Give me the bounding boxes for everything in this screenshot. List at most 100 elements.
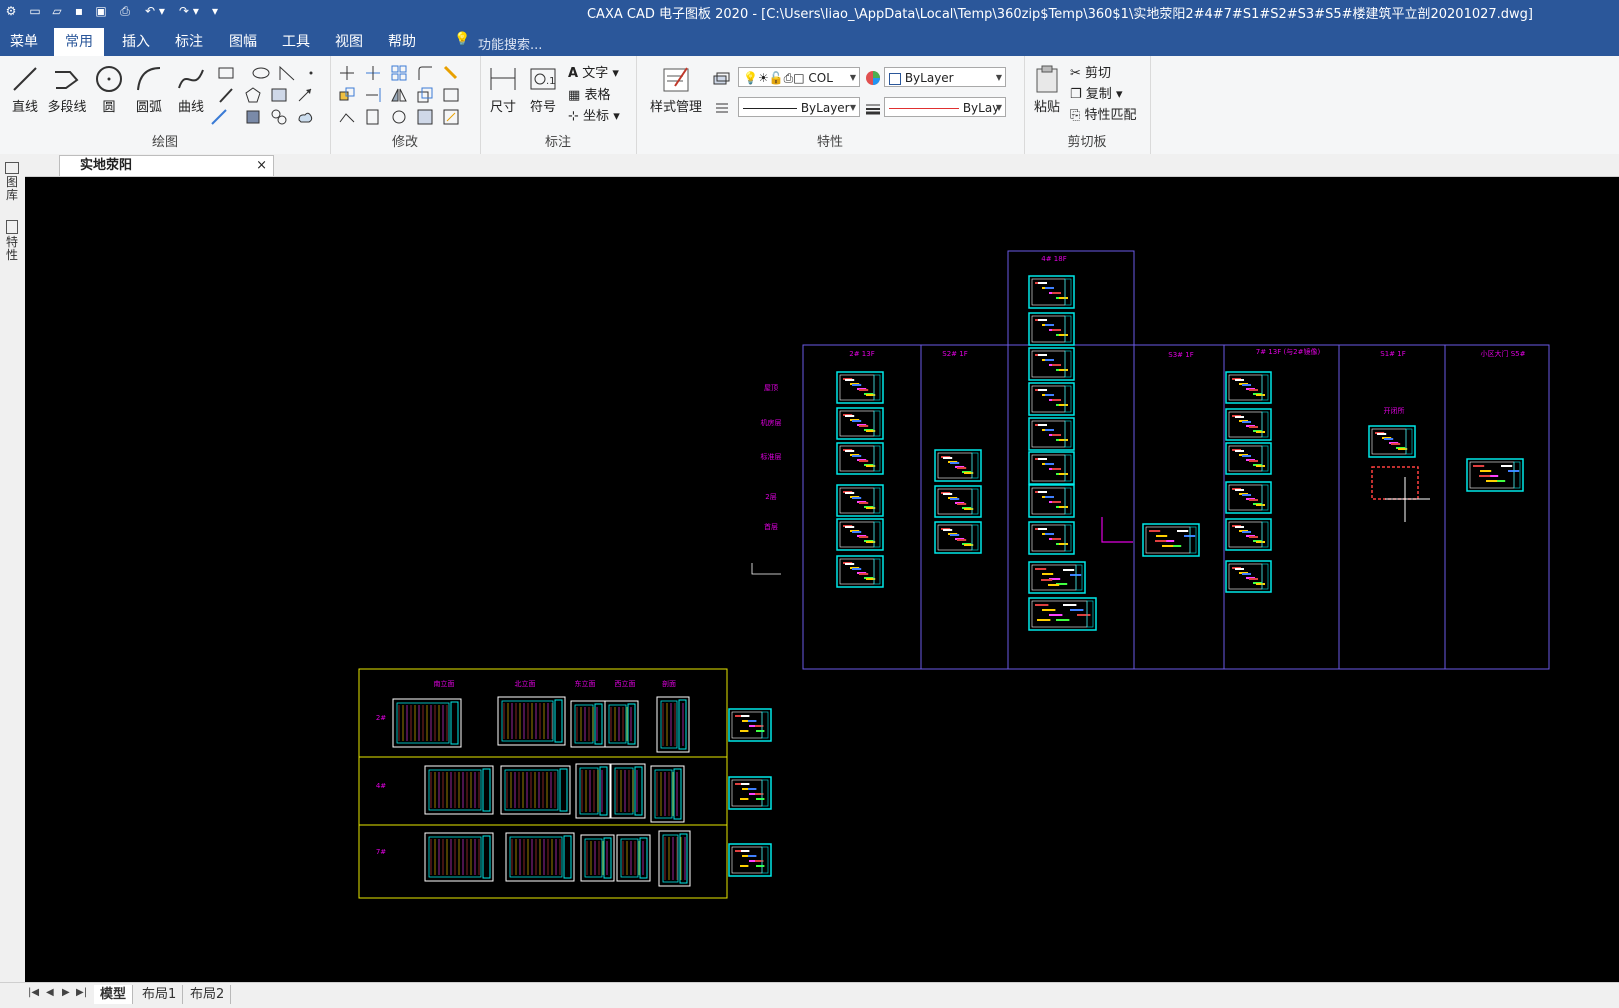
document-tab[interactable]: 实地荥阳2#4#7#S1...027.dwg × [59, 155, 274, 193]
style-manager-button[interactable]: 样式管理 [646, 64, 706, 115]
detail-sheet-7-detail [748, 855, 757, 857]
close-icon[interactable]: × [256, 156, 267, 176]
substation-label: 开闭所 [1384, 406, 1405, 415]
first-icon[interactable]: |◀ [28, 987, 39, 998]
edit-icon[interactable] [442, 108, 460, 126]
color-wheel-icon[interactable] [864, 69, 882, 87]
copy-label: 复制 [1085, 87, 1112, 102]
sheet-2-plan [836, 555, 884, 588]
layout-tab-model[interactable]: 模型 [94, 985, 134, 1004]
rectangle-icon[interactable] [217, 64, 235, 82]
new-file-icon[interactable]: ▭ [26, 2, 44, 20]
hatch-icon[interactable] [270, 86, 288, 104]
cloud-icon[interactable] [296, 108, 314, 126]
save-icon[interactable]: ▪ [70, 2, 88, 20]
drawing-canvas[interactable]: 2# 13F S2# 1F 4# 18F S3# 1F 7# 13F (与2#镜像) S1… [25, 177, 1619, 982]
layout-tab-1[interactable]: 布局1 [136, 985, 184, 1004]
ellipse-icon[interactable] [252, 64, 270, 82]
fillet-icon[interactable] [416, 64, 434, 82]
move-icon[interactable] [338, 64, 356, 82]
linetype-scale-icon[interactable] [714, 98, 732, 116]
mirror-icon[interactable] [390, 86, 408, 104]
match-properties-icon: ⎘ [1070, 108, 1081, 123]
match-properties-button[interactable]: ⎘ 特性匹配 [1070, 104, 1137, 123]
polygon-icon[interactable] [244, 86, 262, 104]
origin-marker [751, 563, 781, 575]
pen-icon[interactable] [217, 86, 235, 104]
tab-sheet[interactable]: 图幅 [219, 28, 267, 56]
dimension-button[interactable]: 尺寸 [486, 64, 520, 115]
sheet-2-plan [836, 371, 884, 404]
color-select[interactable]: ByLayer ▼ [884, 67, 1006, 87]
extend-icon[interactable] [364, 86, 382, 104]
table-button[interactable]: ▦ 表格 [568, 84, 610, 103]
explode-icon[interactable] [416, 108, 434, 126]
scale-icon[interactable] [416, 86, 434, 104]
linetype-select[interactable]: ByLayer ▼ [738, 97, 860, 117]
curve-button[interactable]: 曲线 [174, 64, 208, 115]
copy-button[interactable]: ❐ 复制 ▾ [1070, 83, 1122, 102]
line-button[interactable]: 直线 [8, 64, 42, 115]
tab-insert[interactable]: 插入 [112, 28, 160, 56]
angle-icon[interactable] [278, 64, 296, 82]
layer-select[interactable]: 💡☀🔓⎙□ COL ▼ [738, 67, 860, 87]
arrow-icon[interactable] [296, 86, 314, 104]
circle-button[interactable]: 圆 [92, 64, 126, 115]
sheet-4-plan-detail [1038, 282, 1047, 284]
lineweight-icon[interactable] [864, 99, 882, 117]
break-icon[interactable] [364, 108, 382, 126]
sheet-4-plan-detail [1059, 334, 1068, 336]
print-icon[interactable]: ⎙ [116, 2, 134, 20]
trim-icon[interactable] [364, 64, 382, 82]
polyline-button[interactable]: 多段线 [46, 64, 88, 115]
tab-tools[interactable]: 工具 [272, 28, 320, 56]
properties-panel-tab[interactable]: 特性 [4, 220, 20, 262]
elevation-header: 南立面 [434, 679, 455, 688]
text-button[interactable]: A 文字 ▾ [568, 62, 619, 81]
tab-annotate[interactable]: 标注 [165, 28, 213, 56]
function-search-input[interactable]: 功能搜索... [478, 34, 542, 53]
tab-view[interactable]: 视图 [325, 28, 373, 56]
sheet-4-plan-detail [1038, 319, 1047, 321]
coordinate-button[interactable]: ⊹ 坐标 ▾ [568, 105, 620, 124]
sheet-s5-plan-detail [1501, 465, 1513, 467]
centerline-icon[interactable] [210, 108, 228, 126]
redo-icon[interactable]: ↷ ▾ [174, 2, 204, 20]
brush-icon[interactable] [442, 64, 460, 82]
chevron-down-icon: ▼ [849, 73, 856, 82]
annotate-group-label: 标注 [544, 135, 571, 150]
tab-common[interactable]: 常用 [54, 28, 104, 56]
lineweight-select[interactable]: ByLay ▼ [884, 97, 1006, 117]
arc-button[interactable]: 圆弧 [132, 64, 166, 115]
open-file-icon[interactable]: ▱ [48, 2, 66, 20]
sheet-2-plan-detail [852, 531, 862, 533]
array-icon[interactable] [390, 64, 408, 82]
paste-button[interactable]: 粘贴 [1030, 64, 1064, 115]
rect-select-icon[interactable] [442, 86, 460, 104]
next-icon[interactable]: ▶ [62, 987, 70, 998]
undo-icon[interactable]: ↶ ▾ [140, 2, 170, 20]
point-icon[interactable] [302, 64, 320, 82]
cut-button[interactable]: ✂ 剪切 [1070, 62, 1111, 81]
customize-quick-access-icon[interactable]: ▾ [206, 2, 224, 20]
layer-manager-icon[interactable] [712, 70, 730, 88]
prev-icon[interactable]: ◀ [46, 987, 54, 998]
symbol-button[interactable]: .1 符号 [526, 64, 560, 115]
sheet-s3-plan-detail [1155, 540, 1167, 542]
sheet-4-plan-detail [1045, 287, 1054, 289]
library-panel-tab[interactable]: 图库 [4, 162, 20, 202]
tab-help[interactable]: 帮助 [378, 28, 426, 56]
stretch-icon[interactable] [338, 108, 356, 126]
rotate-icon[interactable] [390, 108, 408, 126]
copy-move-icon[interactable] [338, 86, 356, 104]
properties-group: 样式管理 💡☀🔓⎙□ COL ▼ ByLayer ▼ ByLayer ▼ ByLay ▼… [636, 56, 1025, 154]
save-all-icon[interactable]: ▣ [92, 2, 110, 20]
block-icon[interactable] [244, 108, 262, 126]
tab-menu[interactable]: 菜单 [0, 28, 48, 56]
gear-cluster-icon[interactable] [270, 108, 288, 126]
curve-icon [178, 69, 204, 89]
last-icon[interactable]: ▶| [76, 987, 87, 998]
sheet-s3-plan-detail [1149, 530, 1161, 532]
layout-tab-2[interactable]: 布局2 [184, 985, 232, 1004]
sheet-2-plan-detail [859, 460, 869, 462]
